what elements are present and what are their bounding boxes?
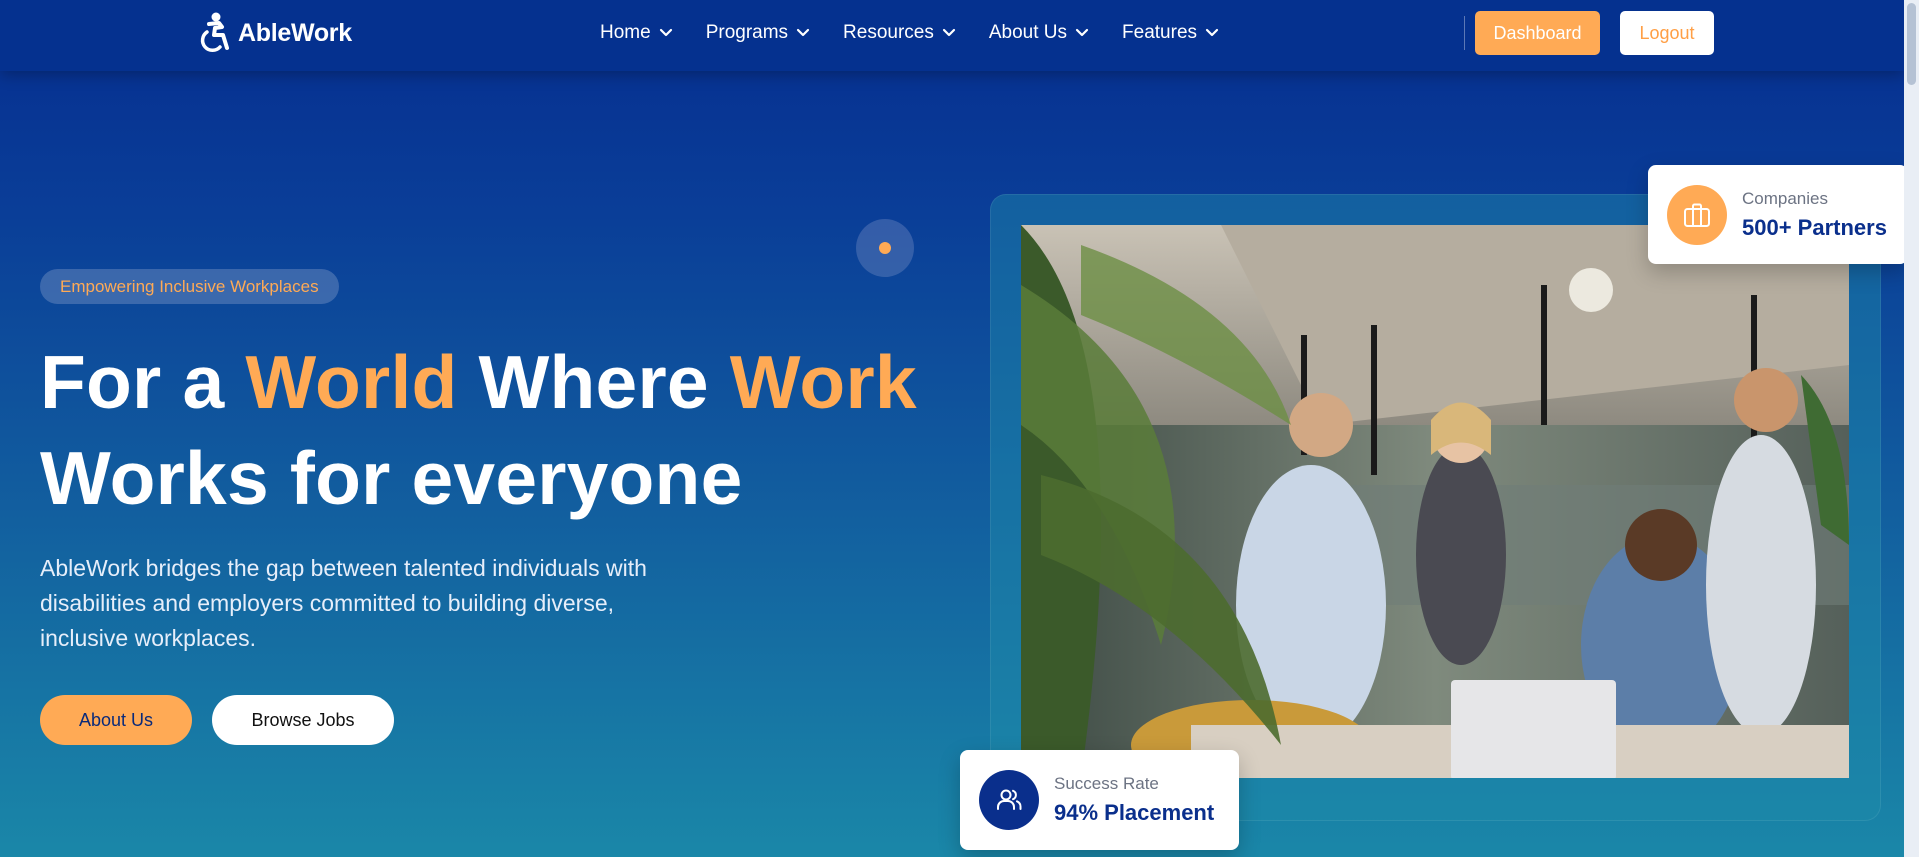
nav-resources[interactable]: Resources — [843, 22, 956, 44]
accessible-icon — [200, 12, 229, 53]
hero-description: AbleWork bridges the gap between talente… — [40, 555, 647, 651]
chevron-down-icon — [942, 28, 955, 37]
hero-title-line2: Works for everyone — [40, 436, 743, 520]
decorative-dot — [856, 219, 914, 277]
main-nav: Home Programs Resources About Us Feature… — [600, 0, 1219, 66]
hero-photo-illustration — [1021, 225, 1849, 778]
browse-jobs-button[interactable]: Browse Jobs — [212, 695, 394, 745]
briefcase-icon — [1684, 203, 1710, 227]
chevron-down-icon — [659, 28, 672, 37]
companies-stat-icon-wrap — [1667, 184, 1727, 245]
nav-home[interactable]: Home — [600, 22, 673, 44]
about-us-button[interactable]: About Us — [40, 695, 192, 745]
hero-title-accent-world: World — [245, 340, 458, 424]
hero-title: For a World Where Work Works for everyon… — [40, 334, 917, 526]
page-scrollbar[interactable] — [1904, 0, 1919, 857]
success-stat-icon-wrap — [979, 770, 1039, 830]
companies-stat-text: Companies 500+ Partners — [1742, 189, 1887, 241]
nav-about-us-label: About Us — [988, 22, 1068, 43]
success-stat-label: Success Rate — [1054, 774, 1159, 793]
brand-logo[interactable]: AbleWork — [196, 12, 352, 54]
hero-title-part1: For a — [40, 340, 246, 424]
logout-button[interactable]: Logout — [1620, 11, 1714, 55]
hero-title-accent-work: Work — [729, 340, 917, 424]
nav-programs-label: Programs — [705, 22, 789, 43]
chevron-down-icon — [1205, 28, 1219, 37]
nav-about-us[interactable]: About Us — [989, 22, 1089, 44]
nav-home-label: Home — [600, 22, 651, 43]
nav-features[interactable]: Features — [1122, 22, 1219, 44]
chevron-down-icon — [796, 28, 810, 37]
success-stat-text: Success Rate 94% Placement — [1054, 774, 1214, 826]
success-stat-value: 94% Placement — [1054, 800, 1215, 825]
hero-image — [1021, 225, 1849, 778]
dashboard-button[interactable]: Dashboard — [1475, 11, 1600, 55]
hero-title-part2: Where — [457, 340, 730, 424]
nav-programs[interactable]: Programs — [706, 22, 810, 44]
nav-divider — [1464, 16, 1465, 50]
brand-name: AbleWork — [238, 18, 352, 47]
nav-resources-label: Resources — [843, 22, 934, 43]
scrollbar-thumb[interactable] — [1907, 3, 1916, 85]
hero-badge: Empowering Inclusive Workplaces — [40, 269, 339, 304]
decorative-dot-center — [879, 242, 891, 254]
navbar: AbleWork Home Programs Resources About U… — [0, 0, 1904, 71]
companies-stat-label: Companies — [1742, 188, 1828, 208]
nav-features-label: Features — [1122, 22, 1198, 43]
companies-stat-value: 500+ Partners — [1742, 214, 1887, 240]
users-icon — [997, 789, 1022, 810]
companies-stat-card: Companies 500+ Partners — [1648, 165, 1908, 264]
success-rate-stat-card: Success Rate 94% Placement — [960, 750, 1239, 850]
chevron-down-icon — [1075, 28, 1089, 37]
